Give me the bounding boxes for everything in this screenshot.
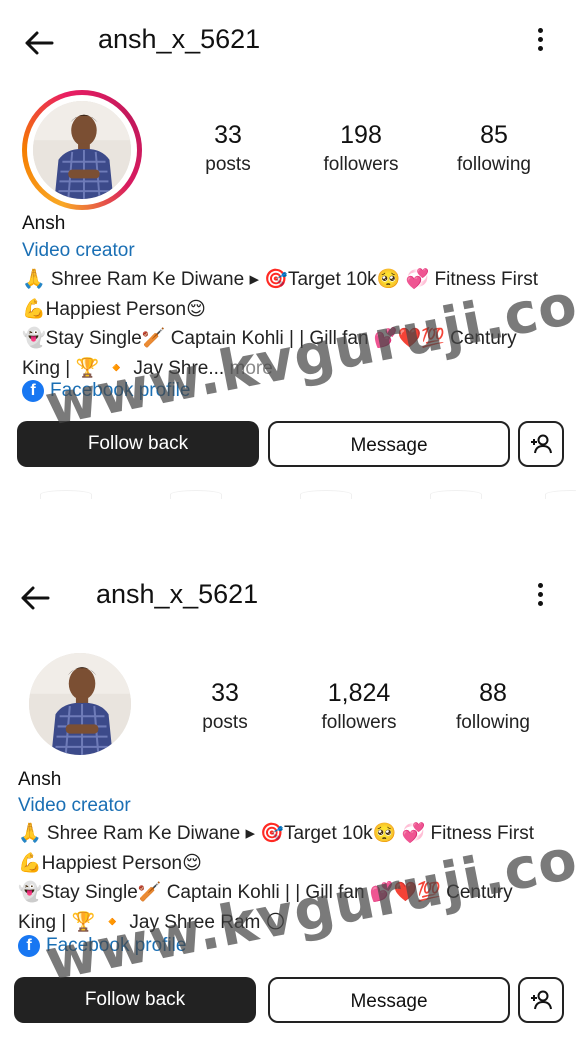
followers-count: 198 <box>340 121 382 149</box>
back-arrow-icon[interactable] <box>22 26 56 60</box>
more-options-icon[interactable] <box>534 28 546 58</box>
profile-avatar[interactable] <box>29 653 131 755</box>
posts-label: posts <box>205 154 251 175</box>
more-options-icon[interactable] <box>534 583 546 613</box>
following-stat[interactable]: 85 following <box>429 120 559 180</box>
posts-count: 33 <box>211 679 239 707</box>
add-person-icon <box>531 434 552 454</box>
message-button[interactable]: Message <box>268 421 510 467</box>
profile-avatar[interactable] <box>33 101 131 199</box>
posts-label: posts <box>202 712 248 733</box>
followers-count: 1,824 <box>327 679 391 707</box>
following-stat[interactable]: 88 following <box>428 678 558 738</box>
posts-stat[interactable]: 33 posts <box>160 678 290 738</box>
following-count: 85 <box>480 121 508 149</box>
add-person-icon <box>531 990 552 1010</box>
suggest-people-button[interactable] <box>518 421 564 467</box>
suggest-people-button[interactable] <box>518 977 564 1023</box>
following-label: following <box>456 712 530 733</box>
followers-label: followers <box>323 154 399 175</box>
profile-name: Ansh <box>22 213 66 234</box>
profile-category: Video creator <box>22 240 135 261</box>
followers-stat[interactable]: 1,824 followers <box>294 678 424 738</box>
header-username: ansh_x_5621 <box>96 579 259 609</box>
followers-label: followers <box>321 712 397 733</box>
back-arrow-icon[interactable] <box>18 581 52 615</box>
following-count: 88 <box>479 679 507 707</box>
profile-name: Ansh <box>18 769 62 790</box>
facebook-icon: f <box>18 935 40 957</box>
profile-category: Video creator <box>18 795 131 816</box>
followers-stat[interactable]: 198 followers <box>296 120 426 180</box>
highlights-placeholder <box>0 490 576 504</box>
posts-count: 33 <box>214 121 242 149</box>
posts-stat[interactable]: 33 posts <box>163 120 293 180</box>
following-label: following <box>457 154 531 175</box>
header-username: ansh_x_5621 <box>98 24 261 54</box>
message-button[interactable]: Message <box>268 977 510 1023</box>
